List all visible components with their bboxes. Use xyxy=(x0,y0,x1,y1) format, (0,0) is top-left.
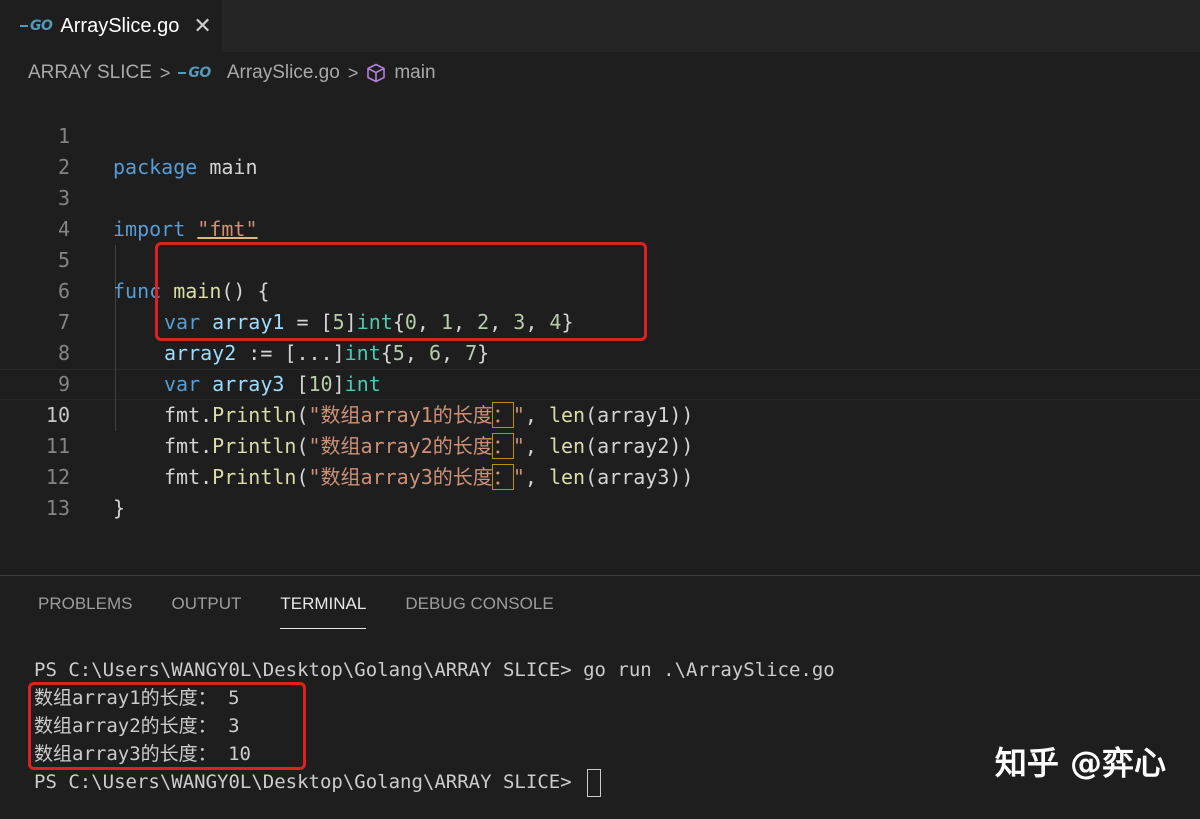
code-editor[interactable]: 1 package main 2 3 import "fmt" 4 5 func… xyxy=(0,90,1200,574)
code-line[interactable]: 9 fmt.Println("数组array1的长度：", len(array1… xyxy=(0,338,1200,428)
panel-tabs: PROBLEMS OUTPUT TERMINAL DEBUG CONSOLE xyxy=(38,594,554,629)
terminal-line: PS C:\Users\WANGY0L\Desktop\Golang\ARRAY… xyxy=(34,771,584,793)
code-line[interactable]: 10 fmt.Println("数组array2的长度：", len(array… xyxy=(0,369,1200,459)
breadcrumb-symbol[interactable]: main xyxy=(394,62,435,84)
tab-arrayslice-go[interactable]: GO ArraySlice.go ✕ xyxy=(0,0,222,52)
code-line[interactable]: 12 } xyxy=(0,431,1200,520)
code-line[interactable]: 11 fmt.Println("数组array3的长度：", len(array… xyxy=(0,400,1200,490)
breadcrumb-file[interactable]: ArraySlice.go xyxy=(227,62,340,84)
tab-terminal[interactable]: TERMINAL xyxy=(280,594,367,629)
go-icon: GO xyxy=(178,65,211,81)
code-line[interactable]: 1 package main xyxy=(0,90,1200,179)
tab-label: ArraySlice.go xyxy=(60,14,180,37)
code-line[interactable]: 5 func main() { xyxy=(0,214,1200,303)
close-icon[interactable]: ✕ xyxy=(193,14,211,39)
tab-debug-console[interactable]: DEBUG CONSOLE xyxy=(405,594,553,629)
line-number: 13 xyxy=(45,496,70,520)
tab-output[interactable]: OUTPUT xyxy=(171,594,241,629)
code-line[interactable]: 4 xyxy=(0,183,1200,241)
breadcrumb: ARRAY SLICE > GO ArraySlice.go > main xyxy=(28,56,436,90)
breadcrumb-folder[interactable]: ARRAY SLICE xyxy=(28,62,152,84)
code-text: } xyxy=(113,496,126,520)
watermark: 知乎 @弈心 xyxy=(994,744,1166,782)
terminal-line: PS C:\Users\WANGY0L\Desktop\Golang\ARRAY… xyxy=(34,659,835,681)
cube-icon xyxy=(367,63,386,83)
code-line[interactable]: 3 import "fmt" xyxy=(0,152,1200,241)
go-icon: GO xyxy=(20,18,53,34)
highlight-box-output xyxy=(28,682,306,770)
highlight-box-declarations xyxy=(155,242,647,341)
code-line[interactable]: 2 xyxy=(0,121,1200,179)
chevron-right-icon: > xyxy=(347,62,359,83)
chevron-right-icon: > xyxy=(159,62,171,83)
terminal-prompt[interactable]: PS C:\Users\WANGY0L\Desktop\Golang\ARRAY… xyxy=(34,768,602,797)
tab-problems[interactable]: PROBLEMS xyxy=(38,594,132,629)
tab-bar: GO ArraySlice.go ✕ xyxy=(0,0,1200,52)
terminal-cursor xyxy=(587,768,602,797)
code-line[interactable]: 13 xyxy=(0,462,1200,520)
